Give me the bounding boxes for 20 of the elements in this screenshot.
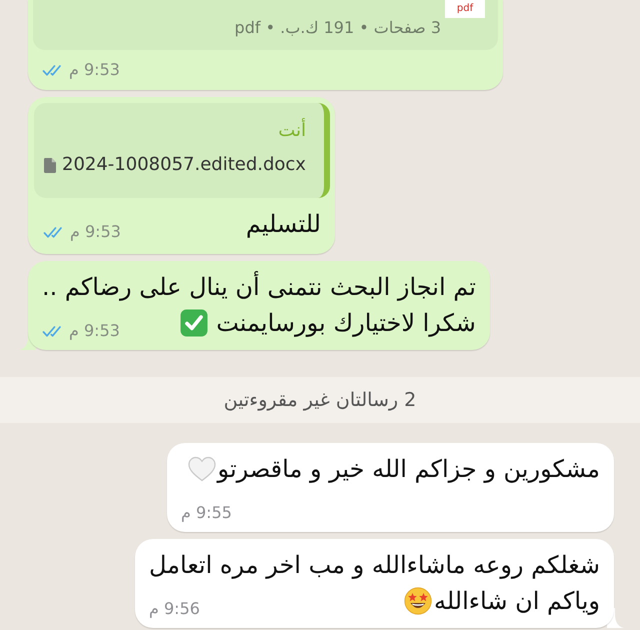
- document-icon: [44, 158, 56, 172]
- message-time: 9:55 م: [181, 503, 232, 523]
- message-text: وياكم ان شاءالله: [434, 587, 600, 615]
- heart-icon: [188, 455, 216, 483]
- message-text: مشكورين و جزاكم الله خير و ماقصرتو: [218, 455, 600, 483]
- message-text: شكرا لاختيارك بورسايمنت: [216, 309, 476, 337]
- message-text: شغلكم روعه ماشاءالله و مب اخر مره اتعامل: [149, 551, 600, 579]
- message-time: 9:56 م: [149, 599, 200, 619]
- file-name: 2024-1008057.edited.docx: [62, 153, 306, 177]
- message-text: تم انجاز البحث نتمنى أن ينال على رضاكم ..: [42, 273, 476, 301]
- message-text: للتسليم: [246, 210, 321, 238]
- message-time: 9:53 م: [69, 321, 120, 341]
- document-thumbnail: pdf: [445, 0, 485, 18]
- unread-messages-banner: 2 رسالتان غير مقروءتين: [0, 377, 640, 423]
- document-details: 3 صفحات • 191 ك.ب. • pdf: [234, 18, 441, 38]
- quote-author: أنت: [277, 117, 306, 143]
- check-mark-box-icon: [180, 309, 208, 337]
- message-time: 9:53 م: [70, 222, 121, 242]
- star-struck-emoji-icon: [404, 587, 432, 615]
- message-time: 9:53 م: [69, 60, 120, 80]
